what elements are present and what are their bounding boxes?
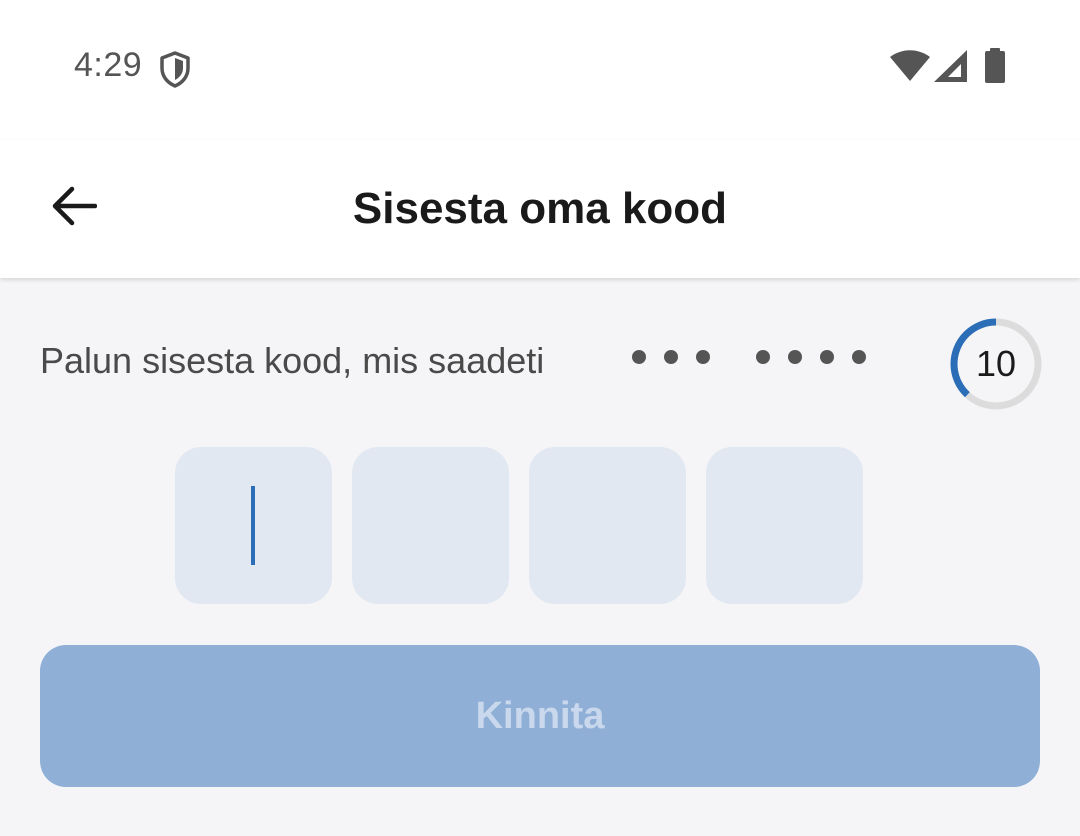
confirm-button[interactable]: Kinnita bbox=[40, 645, 1040, 787]
page-title: Sisesta oma kood bbox=[352, 184, 728, 233]
mask-dot bbox=[756, 350, 770, 364]
countdown-timer: 10 bbox=[948, 316, 1044, 412]
mask-dot bbox=[820, 350, 834, 364]
shield-icon bbox=[158, 50, 192, 93]
cellular-signal-icon bbox=[934, 50, 968, 87]
text-cursor bbox=[251, 486, 255, 565]
code-digit-3[interactable] bbox=[529, 447, 686, 604]
instruction-text: Palun sisesta kood, mis saadeti bbox=[40, 340, 545, 381]
mask-dot bbox=[632, 350, 646, 364]
status-bar: 4:29 bbox=[0, 0, 1080, 140]
mask-dot bbox=[788, 350, 802, 364]
code-digit-2[interactable] bbox=[352, 447, 509, 604]
mask-dot bbox=[852, 350, 866, 364]
app-bar: Sisesta oma kood bbox=[0, 140, 1080, 278]
battery-icon bbox=[984, 48, 1006, 89]
mask-dot bbox=[664, 350, 678, 364]
code-digit-1[interactable] bbox=[175, 447, 332, 604]
verification-content: Palun sisesta kood, mis saadeti 10 Kinni… bbox=[0, 278, 1080, 836]
code-digit-4[interactable] bbox=[706, 447, 863, 604]
countdown-value: 10 bbox=[975, 343, 1017, 384]
code-input-group bbox=[175, 447, 863, 604]
mask-dot bbox=[696, 350, 710, 364]
wifi-icon bbox=[890, 50, 930, 87]
masked-destination bbox=[632, 350, 866, 364]
status-time: 4:29 bbox=[74, 46, 143, 84]
